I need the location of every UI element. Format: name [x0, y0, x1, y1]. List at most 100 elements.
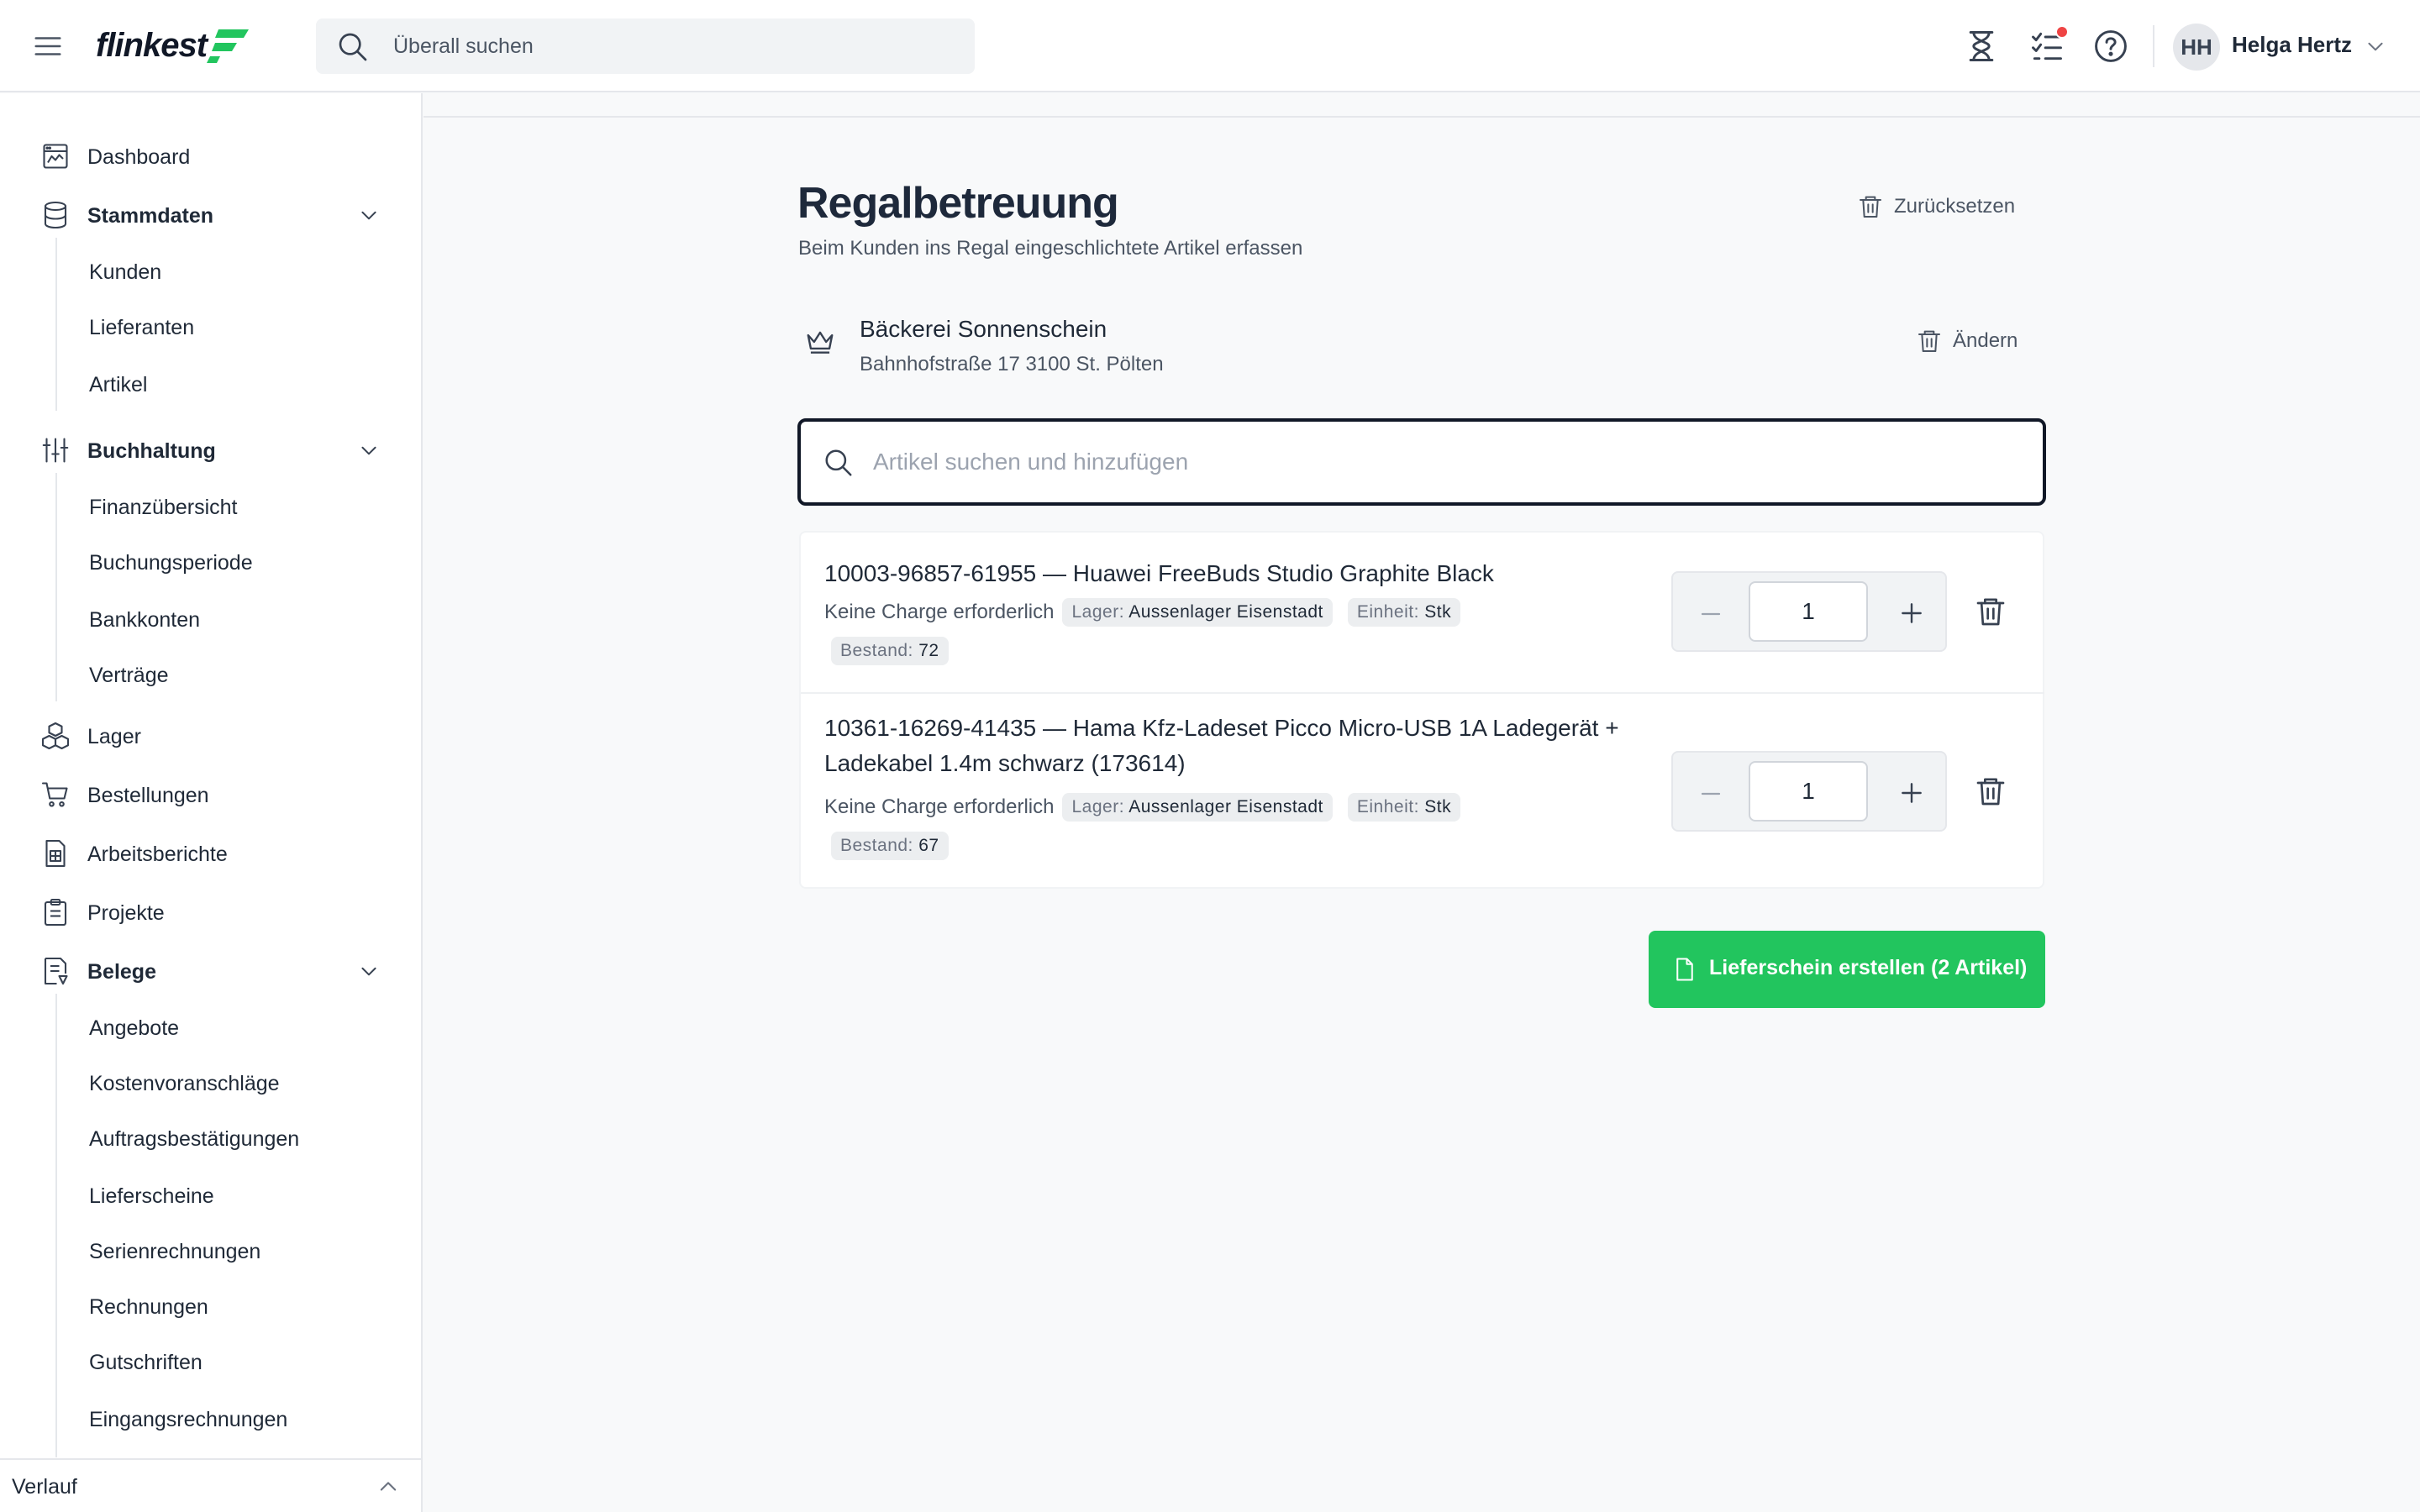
sidebar-item-label: Belege [87, 960, 156, 984]
document-icon [1676, 958, 1693, 981]
quantity-stepper [1671, 571, 1947, 652]
sidebar-subitem-bankkonten[interactable]: Bankkonten [89, 608, 200, 633]
chevron-down-icon[interactable] [2365, 35, 2386, 57]
create-delivery-note-button[interactable]: Lieferschein erstellen (2 Artikel) [1649, 931, 2045, 1008]
charge-info: Keine Charge erforderlich [824, 795, 1055, 818]
sidebar-item-label: Stammdaten [87, 204, 214, 228]
sidebar-subitem-rechnungen[interactable]: Rechnungen [89, 1295, 208, 1320]
minus-icon[interactable] [1698, 601, 1723, 627]
logo-text: flinkest [96, 26, 208, 64]
notification-dot [2055, 25, 2069, 39]
sidebar-subitem-vertraege[interactable]: Verträge [89, 664, 169, 688]
dashboard-icon [43, 144, 68, 169]
sidebar-subitem-serienrechnungen[interactable]: Serienrechnungen [89, 1240, 260, 1264]
reset-button[interactable]: Zurücksetzen [1857, 190, 2015, 223]
article-search-input[interactable] [873, 422, 2016, 502]
article-list: 10003-96857-61955 — Huawei FreeBuds Stud… [799, 531, 2044, 889]
report-icon [45, 839, 66, 868]
sidebar-item-label: Bestellungen [87, 784, 209, 807]
boxes-icon [41, 722, 70, 750]
reset-label: Zurücksetzen [1894, 195, 2016, 218]
submenu-line [55, 238, 57, 411]
user-name[interactable]: Helga Hertz [2232, 32, 2352, 58]
header-divider [2153, 25, 2154, 67]
article-meta: Keine Charge erforderlich Lager: Aussenl… [824, 598, 1581, 665]
article-search[interactable] [797, 418, 2046, 506]
sidebar-subitem-lieferanten[interactable]: Lieferanten [89, 316, 194, 340]
chevron-down-icon[interactable] [358, 204, 380, 226]
sidebar-item-belege[interactable]: Belege [0, 950, 420, 992]
plus-icon[interactable] [1898, 780, 1925, 806]
sidebar-subitem-angebote[interactable]: Angebote [89, 1016, 179, 1041]
crown-icon [807, 331, 834, 354]
unit-badge: Einheit: Stk [1347, 598, 1461, 627]
remove-item-icon[interactable] [1974, 774, 2007, 808]
submenu-line [55, 994, 57, 1457]
search-icon [825, 449, 852, 476]
submenu-line [55, 473, 57, 701]
menu-icon[interactable] [32, 30, 64, 62]
cart-icon [41, 782, 68, 807]
trash-icon [1860, 196, 1881, 218]
sidebar-subitem-lieferscheine[interactable]: Lieferscheine [89, 1184, 214, 1209]
database-icon [44, 201, 67, 229]
create-delivery-note-label: Lieferschein erstellen (2 Artikel) [1709, 956, 2028, 979]
sidebar-item-dashboard[interactable]: Dashboard [0, 135, 420, 177]
stock-badge: Bestand: 72 [831, 637, 949, 665]
global-search-input[interactable] [393, 18, 956, 74]
chevron-down-icon[interactable] [358, 960, 380, 982]
stock-badge: Bestand: 67 [831, 832, 949, 860]
sidebar-item-label: Arbeitsberichte [87, 843, 228, 866]
help-icon[interactable] [2092, 28, 2129, 65]
sidebar-item-label: Projekte [87, 901, 165, 925]
app-logo[interactable]: flinkest [96, 24, 250, 67]
trash-icon [1918, 330, 1940, 352]
sidebar: Dashboard Stammdaten Kunden Lieferanten … [0, 93, 423, 1512]
sliders-icon [42, 438, 69, 463]
remove-item-icon[interactable] [1974, 595, 2007, 628]
hourglass-icon[interactable] [1963, 28, 2000, 65]
sidebar-subitem-kostenvoranschlaege[interactable]: Kostenvoranschläge [89, 1072, 280, 1096]
list-item: 10361-16269-41435 — Hama Kfz-Ladeset Pic… [801, 694, 2044, 889]
sidebar-subitem-finanzuebersicht[interactable]: Finanzübersicht [89, 496, 237, 520]
sidebar-item-projekte[interactable]: Projekte [0, 891, 420, 933]
quantity-input[interactable] [1749, 761, 1868, 822]
sidebar-subitem-gutschriften[interactable]: Gutschriften [89, 1351, 203, 1375]
article-title: 10361-16269-41435 — Hama Kfz-Ladeset Pic… [824, 715, 1619, 776]
sidebar-item-lager[interactable]: Lager [0, 715, 420, 757]
chevron-down-icon[interactable] [358, 439, 380, 461]
sidebar-item-stammdaten[interactable]: Stammdaten [0, 194, 420, 236]
global-search[interactable] [316, 18, 975, 74]
selected-customer: Bäckerei Sonnenschein Bahnhofstraße 17 3… [797, 311, 2046, 378]
sidebar-item-buchhaltung[interactable]: Buchhaltung [0, 429, 420, 471]
receipt-icon [44, 957, 68, 985]
quantity-stepper [1671, 751, 1947, 832]
logo-mark-icon [207, 29, 250, 63]
change-customer-button[interactable]: Ändern [1916, 328, 2018, 354]
avatar[interactable]: HH [2173, 24, 2220, 71]
article-title: 10003-96857-61955 — Huawei FreeBuds Stud… [824, 560, 1494, 586]
list-item: 10003-96857-61955 — Huawei FreeBuds Stud… [801, 533, 2044, 692]
clipboard-icon [44, 898, 67, 927]
chevron-up-icon [380, 1482, 397, 1491]
minus-icon[interactable] [1698, 781, 1723, 806]
sidebar-subitem-eingangsrechnungen[interactable]: Eingangsrechnungen [89, 1408, 287, 1432]
storage-badge: Lager: Aussenlager Eisenstadt [1062, 598, 1333, 627]
sidebar-subitem-artikel[interactable]: Artikel [89, 373, 147, 397]
page-subtitle: Beim Kunden ins Regal eingeschlichtete A… [798, 237, 1303, 260]
sidebar-subitem-kunden[interactable]: Kunden [89, 260, 161, 285]
article-meta: Keine Charge erforderlich Lager: Aussenl… [824, 793, 1581, 860]
sidebar-item-bestellungen[interactable]: Bestellungen [0, 774, 420, 816]
sidebar-subitem-buchungsperiode[interactable]: Buchungsperiode [89, 551, 253, 575]
top-bar: flinkest HH Helga Hertz [0, 0, 2420, 92]
history-panel-toggle[interactable]: Verlauf [0, 1458, 421, 1512]
quantity-input[interactable] [1749, 581, 1868, 642]
plus-icon[interactable] [1898, 600, 1925, 627]
search-icon [339, 33, 367, 61]
customer-address: Bahnhofstraße 17 3100 St. Pölten [860, 353, 1164, 375]
sidebar-item-label: Buchhaltung [87, 439, 216, 463]
sidebar-item-arbeitsberichte[interactable]: Arbeitsberichte [0, 832, 420, 874]
customer-name: Bäckerei Sonnenschein [860, 316, 1107, 342]
sidebar-subitem-auftragsbestaetigungen[interactable]: Auftragsbestätigungen [89, 1127, 299, 1152]
change-customer-label: Ändern [1953, 329, 2018, 352]
